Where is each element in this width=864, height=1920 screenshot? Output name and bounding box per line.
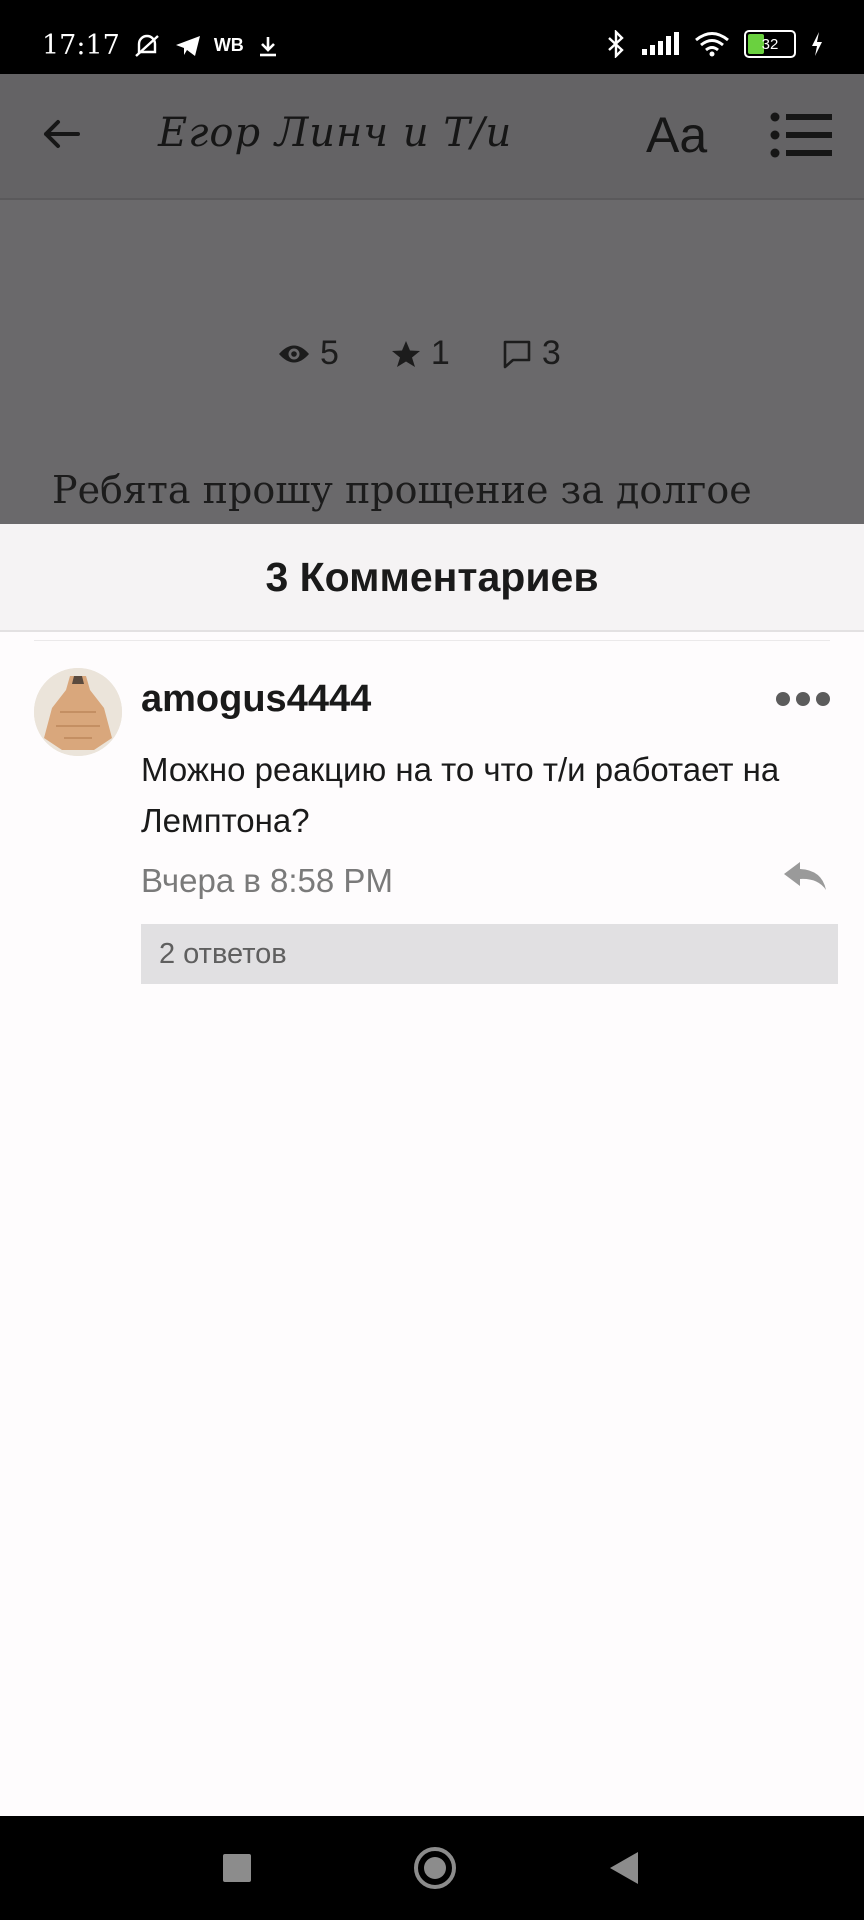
stars-count: 1 (430, 334, 450, 372)
comment-timestamp: Вчера в 8:58 PM (141, 862, 393, 899)
comments-sheet: 3 Комментариев amogus4444 Можно реакцию … (0, 524, 864, 1816)
back-arrow-icon[interactable] (38, 110, 86, 158)
stars-stat: 1 (391, 334, 450, 373)
show-replies-button[interactable]: 2 ответов (141, 924, 838, 984)
back-button[interactable] (610, 1852, 638, 1884)
views-count: 5 (320, 334, 339, 372)
story-stats: 5 1 3 (278, 334, 613, 373)
home-button[interactable] (414, 1847, 456, 1889)
battery-icon: 32 (744, 30, 796, 58)
eye-icon (279, 345, 309, 362)
more-options-icon[interactable] (776, 692, 830, 706)
status-right: 32 (606, 30, 824, 58)
reader-background: Егор Линч и Т/и Aa 5 1 3 Ребята прошу пр… (0, 74, 864, 524)
comment-username[interactable]: amogus4444 (141, 678, 371, 721)
charging-icon (812, 32, 822, 56)
star-icon (391, 340, 420, 367)
status-bar: 17:17 WB 32 (0, 0, 864, 74)
signal-icon (642, 32, 679, 55)
telegram-icon (175, 35, 200, 56)
comment-text: Можно реакцию на то что т/и работает на … (141, 751, 780, 839)
views-stat: 5 (278, 334, 339, 373)
carrier-badge: WB (213, 35, 244, 55)
wifi-icon (695, 32, 729, 57)
replies-label: 2 ответов (159, 937, 287, 970)
comments-title: 3 Комментариев (265, 553, 599, 600)
story-text: Ребята прошу прощение за долгое (52, 468, 752, 512)
download-icon (259, 36, 276, 56)
status-left: 17:17 WB (42, 30, 280, 61)
reply-icon[interactable] (780, 858, 830, 894)
status-time: 17:17 (42, 30, 120, 61)
chapters-list-icon[interactable] (770, 112, 834, 158)
mute-icon (135, 34, 159, 57)
recents-button[interactable] (223, 1854, 251, 1882)
reader-toolbar: Егор Линч и Т/и Aa (0, 74, 864, 200)
font-settings-button[interactable]: Aa (646, 106, 707, 164)
story-title: Егор Линч и Т/и (158, 110, 513, 156)
comments-count: 3 (541, 334, 561, 372)
avatar-image (34, 668, 122, 756)
battery-level: 32 (761, 35, 779, 53)
bluetooth-icon (608, 30, 624, 58)
comment-bubble-icon (503, 340, 531, 368)
comments-header: 3 Комментариев (0, 524, 864, 632)
avatar[interactable] (34, 668, 122, 756)
divider (34, 640, 830, 641)
comments-stat: 3 (502, 334, 561, 373)
